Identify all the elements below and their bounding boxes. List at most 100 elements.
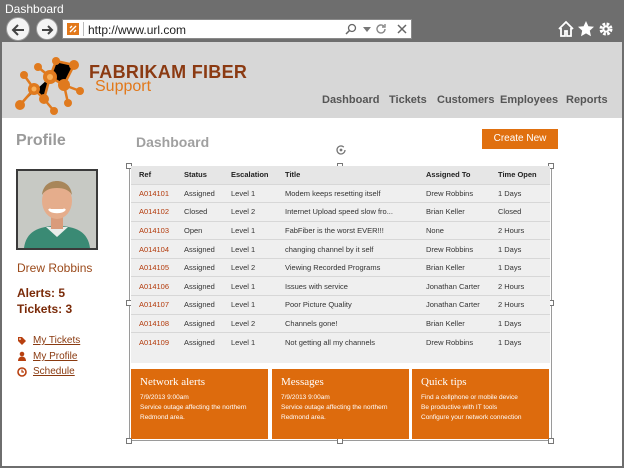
back-button[interactable] [6,17,30,41]
cell-assigned-to: Brian Keller [418,313,490,333]
table-row[interactable]: A014106 Assigned Level 1 Issues with servic… [131,276,550,296]
avatar [16,169,98,250]
my-profile-link[interactable]: My Profile [33,351,77,362]
cell-ref[interactable]: A014105 [131,257,176,277]
cell-ref[interactable]: A014103 [131,220,176,240]
tile-line: 7/9/2013 9:00am [140,394,189,401]
tile-line: Be productive with IT tools [421,404,498,411]
cell-escalation: Level 2 [223,257,277,277]
table-row[interactable]: A014105 Assigned Level 2 Viewing Recorded P… [131,257,550,277]
cell-status: Assigned [176,313,223,333]
cell-title: Not getting all my channels [277,332,418,352]
column-header-time-open[interactable]: Time Open [490,166,550,184]
table-row[interactable]: A014108 Assigned Level 2 Channels gone! Bria… [131,313,550,333]
cell-assigned-to: Drew Robbins [418,183,490,203]
cell-title: Internet Upload speed slow fro... [277,202,418,222]
table-row[interactable]: A014109 Assigned Level 1 Not getting all my… [131,332,550,352]
cell-assigned-to: Drew Robbins [418,332,490,352]
column-header-ref[interactable]: Ref [131,166,176,184]
molecule-logo [15,57,84,115]
cell-escalation: Level 1 [223,295,277,315]
cell-assigned-to: Jonathan Carter [418,276,490,296]
cell-time-open: 2 Hours [490,295,550,315]
person-photo [18,171,96,248]
table-row[interactable]: A014107 Assigned Level 1 Poor Picture Quali… [131,295,550,315]
url-text[interactable]: http://www.url.com [88,23,186,37]
cell-title: FabFiber is the worst EVER!!! [277,220,418,240]
column-header-title[interactable]: Title [277,166,418,184]
cell-ref[interactable]: A014106 [131,276,176,296]
nav-employees[interactable]: Employees [500,94,558,106]
table-row[interactable]: A014103 Open Level 1 FabFiber is the worst … [131,220,550,240]
cell-ref[interactable]: A014109 [131,332,176,352]
dashboard-heading: Dashboard [136,134,210,150]
tile-title: Quick tips [421,376,467,388]
table-row[interactable]: A014102 Closed Level 2 Internet Upload spee… [131,202,550,222]
person-icon [18,351,26,361]
tile-title: Messages [281,376,324,388]
cell-ref[interactable]: A014101 [131,183,176,203]
cell-status: Assigned [176,295,223,315]
home-icon[interactable] [557,20,575,38]
cell-escalation: Level 1 [223,220,277,240]
forward-arrow-icon [42,25,54,35]
cell-time-open: 1 Days [490,313,550,333]
cell-title: Issues with service [277,276,418,296]
cell-assigned-to: None [418,220,490,240]
gear-icon[interactable] [597,20,615,38]
table-row[interactable]: A014101 Assigned Level 1 Modem keeps resett… [131,183,550,203]
cell-ref[interactable]: A014104 [131,239,176,259]
cell-assigned-to: Drew Robbins [418,239,490,259]
nav-tickets[interactable]: Tickets [389,94,427,106]
cell-time-open: 2 Hours [490,220,550,240]
dropdown-icon[interactable] [361,23,373,35]
column-header-assigned-to[interactable]: Assigned To [418,166,490,184]
network-alerts-tile[interactable]: Network alerts 7/9/2013 9:00am Service o… [131,369,268,439]
cell-ref[interactable]: A014108 [131,313,176,333]
address-bar[interactable]: http://www.url.com [62,19,412,39]
cell-escalation: Level 1 [223,332,277,352]
cell-title: Modem keeps resetting itself [277,183,418,203]
window-title: Dashboard [5,2,64,16]
column-header-escalation[interactable]: Escalation [223,166,277,184]
tile-line: Configure your network connection [421,414,522,421]
cell-title: Channels gone! [277,313,418,333]
forward-button[interactable] [36,18,58,40]
search-icon[interactable] [345,23,357,35]
schedule-link[interactable]: Schedule [33,366,75,377]
cell-ref[interactable]: A014102 [131,202,176,222]
star-icon[interactable] [577,20,595,38]
cell-escalation: Level 2 [223,313,277,333]
cell-status: Assigned [176,332,223,352]
messages-tile[interactable]: Messages 7/9/2013 9:00am Service outage … [272,369,409,439]
cell-status: Open [176,220,223,240]
close-icon[interactable] [396,23,408,35]
cell-status: Assigned [176,239,223,259]
clock-icon [17,367,27,377]
cell-escalation: Level 1 [223,183,277,203]
nav-reports[interactable]: Reports [566,94,608,106]
tag-icon [18,337,26,345]
cell-time-open: 2 Hours [490,276,550,296]
create-new-button[interactable]: Create New [482,129,558,149]
nav-customers[interactable]: Customers [437,94,494,106]
rotate-handle-icon[interactable] [335,144,347,156]
nav-dashboard[interactable]: Dashboard [322,94,379,106]
my-tickets-link[interactable]: My Tickets [33,335,80,346]
browser-toolbar: http://www.url.com [0,17,624,41]
tickets-count: Tickets: 3 [17,302,73,316]
refresh-icon[interactable] [375,23,387,35]
tile-line: Service outage affecting the northern Re… [281,404,388,421]
column-header-status[interactable]: Status [176,166,223,184]
cell-assigned-to: Jonathan Carter [418,295,490,315]
grid-header-row: Ref Status Escalation Title Assigned To … [131,166,550,184]
quick-tips-tile[interactable]: Quick tips Find a cellphone or mobile de… [412,369,549,439]
page: FABRIKAM FIBER Support Dashboard Tickets… [2,42,622,466]
cell-ref[interactable]: A014107 [131,295,176,315]
cell-assigned-to: Brian Keller [418,257,490,277]
cell-time-open: Closed [490,202,550,222]
cell-time-open: 1 Days [490,332,550,352]
profile-name: Drew Robbins [17,261,93,275]
table-row[interactable]: A014104 Assigned Level 1 changing channel b… [131,239,550,259]
tile-line: Find a cellphone or mobile device [421,394,518,401]
